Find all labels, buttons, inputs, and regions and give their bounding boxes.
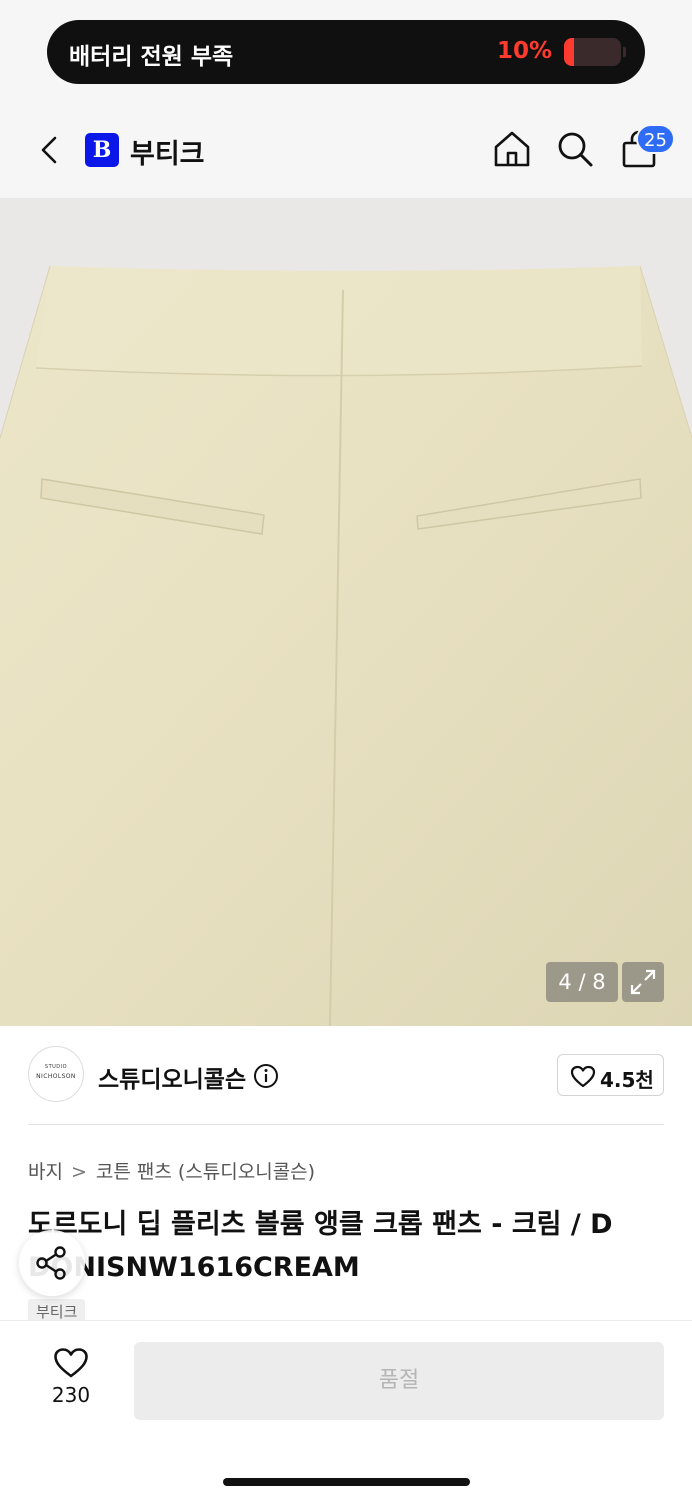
breadcrumb-category[interactable]: 바지: [28, 1161, 63, 1183]
avatar-text-line2: NICHOLSON: [36, 1073, 76, 1080]
store-name[interactable]: 부티크: [130, 132, 205, 171]
breadcrumb-separator: >: [70, 1161, 87, 1183]
battery-warning-label: 배터리 전원 부족: [69, 44, 234, 70]
brand-row: STUDIO NICHOLSON 스튜디오니콜슨 4.5천: [0, 1026, 692, 1126]
chevron-left-icon: [41, 136, 57, 164]
info-icon[interactable]: [253, 1063, 279, 1089]
heart-icon: [54, 1348, 88, 1378]
back-button[interactable]: [30, 130, 70, 170]
share-icon: [36, 1246, 66, 1280]
product-title: 도르도니 딥 플리츠 볼륨 앵클 크롭 팬츠 - 크림 / D DONISNW1…: [28, 1203, 664, 1289]
brand-like-count: 4.5천: [600, 1068, 654, 1092]
brand-avatar[interactable]: STUDIO NICHOLSON: [28, 1046, 84, 1102]
brand-name-link[interactable]: 스튜디오니콜슨: [98, 1060, 246, 1094]
expand-icon: [630, 969, 656, 995]
divider: [28, 1124, 664, 1125]
home-indicator[interactable]: [223, 1478, 470, 1486]
share-button[interactable]: [19, 1230, 85, 1296]
product-photo-illustration: [0, 198, 692, 1026]
battery-percent: 10%: [496, 38, 552, 64]
home-button[interactable]: [491, 128, 533, 170]
wishlist-button[interactable]: 230: [38, 1343, 104, 1413]
sold-out-button[interactable]: 품절: [134, 1342, 664, 1420]
breadcrumb-subcategory[interactable]: 코튼 팬츠 (스튜디오니콜슨): [96, 1161, 315, 1183]
expand-image-button[interactable]: [622, 962, 664, 1002]
avatar-text-line1: STUDIO: [44, 1064, 68, 1070]
store-logo[interactable]: B: [85, 133, 119, 167]
product-page: 배터리 전원 부족 10% B 부티크 25 4 / 8 STUDIO NICH…: [0, 0, 692, 1500]
search-button[interactable]: [554, 128, 596, 170]
home-icon: [494, 131, 530, 167]
breadcrumb: 바지 > 코튼 팬츠 (스튜디오니콜슨): [28, 1157, 315, 1184]
image-counter: 4 / 8: [546, 962, 618, 1002]
battery-icon: [564, 38, 626, 66]
low-battery-banner[interactable]: 배터리 전원 부족 10%: [47, 20, 645, 84]
top-navigation-bar: B 부티크: [0, 112, 692, 188]
product-title-line1: 도르도니 딥 플리츠 볼륨 앵클 크롭 팬츠 - 크림 / D: [28, 1209, 613, 1240]
search-icon: [558, 132, 593, 167]
cart-count-badge: 25: [636, 124, 675, 154]
battery-fill: [564, 38, 574, 66]
heart-icon: [570, 1065, 596, 1088]
product-title-line2: DONISNW1616CREAM: [28, 1252, 360, 1283]
wishlist-count: 230: [51, 1383, 91, 1407]
product-image[interactable]: [0, 198, 692, 1026]
bottom-action-bar: 230 품절: [0, 1320, 692, 1500]
brand-like-button[interactable]: 4.5천: [557, 1054, 664, 1096]
